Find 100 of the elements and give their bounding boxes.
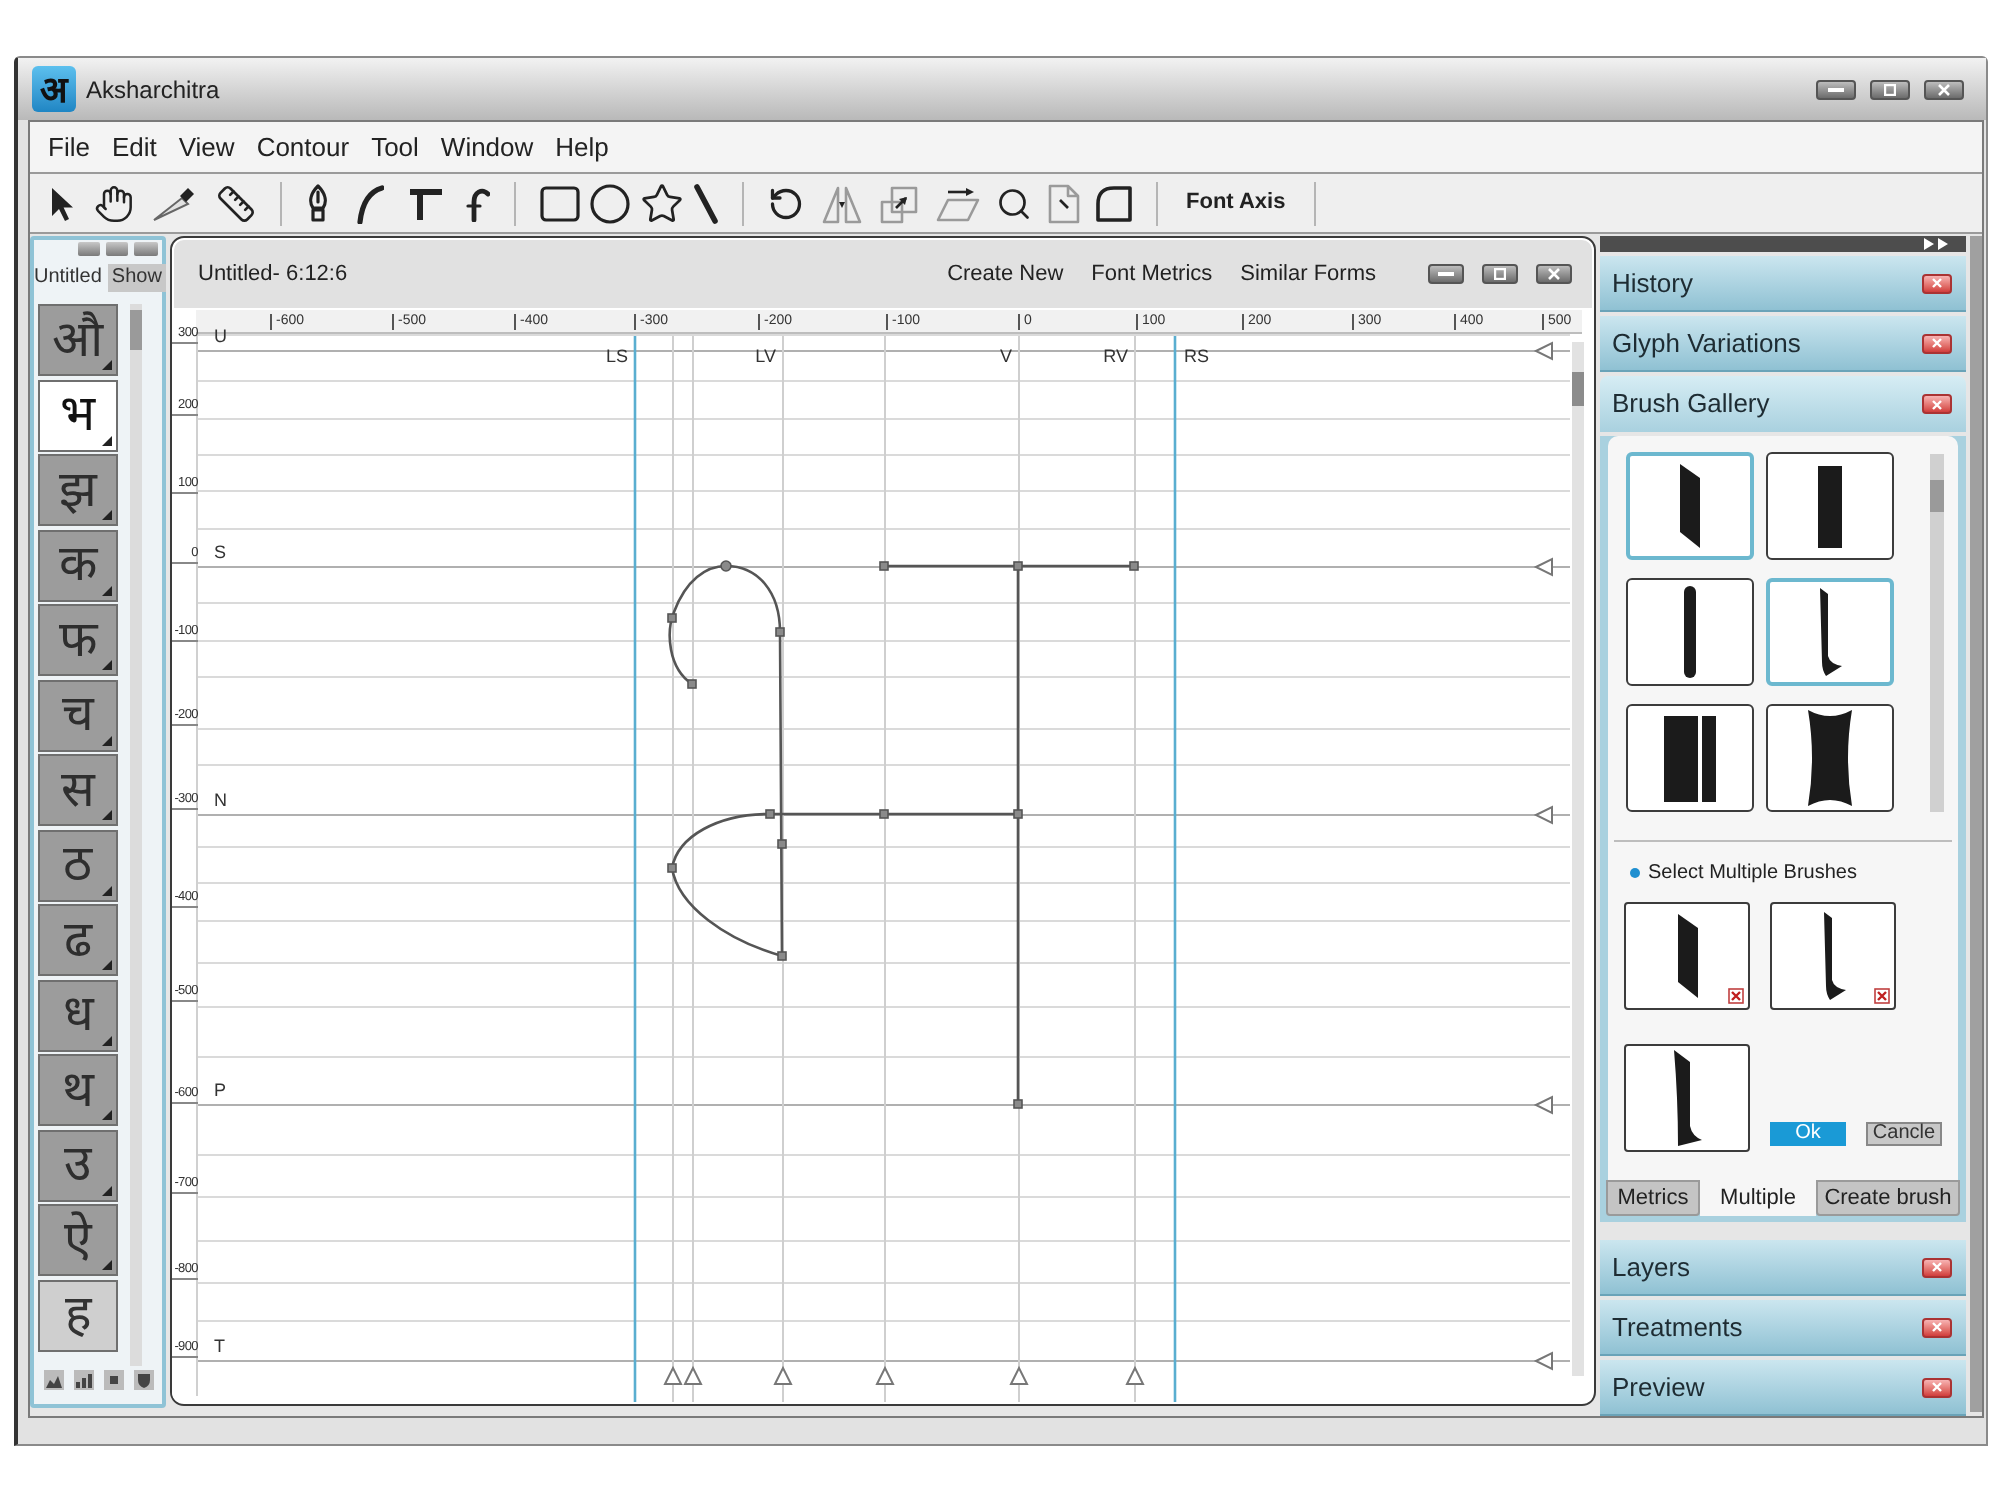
stem-guide[interactable] (672, 335, 674, 1402)
pointer-icon[interactable] (50, 185, 74, 221)
metric-line[interactable] (197, 814, 1571, 816)
ruler-icon[interactable] (216, 183, 256, 223)
close-button[interactable] (1924, 79, 1964, 99)
line-icon[interactable] (694, 183, 718, 223)
rectangle-icon[interactable] (540, 185, 580, 221)
menu-item[interactable]: Contour (256, 134, 350, 160)
triangle-marker-icon[interactable] (1533, 341, 1553, 361)
header-action[interactable]: Similar Forms (1240, 257, 1376, 291)
shield-icon[interactable] (134, 1370, 154, 1390)
glyph-tile[interactable]: ढ (38, 904, 118, 976)
show-button[interactable]: Show (107, 264, 166, 292)
glyph-tile[interactable]: क (38, 529, 118, 601)
glyph-tile[interactable]: ध (38, 979, 118, 1051)
double-triangle-icon[interactable] (1924, 238, 1948, 250)
zoom-icon[interactable] (996, 185, 1032, 221)
triangle-marker-icon[interactable] (1125, 1365, 1145, 1385)
panel-header[interactable]: Brush Gallery (1600, 376, 1966, 432)
remove-icon[interactable] (1728, 988, 1744, 1004)
menu-item[interactable]: View (178, 134, 235, 160)
skew-icon[interactable] (936, 185, 980, 221)
stem-guide[interactable] (782, 335, 784, 1402)
menu-item[interactable]: File (48, 134, 90, 160)
triangle-marker-icon[interactable] (1533, 1095, 1553, 1115)
brush-tile[interactable] (1766, 704, 1894, 812)
panel-header[interactable]: Treatments (1600, 1300, 1966, 1356)
glyph-tile[interactable]: ऐ (38, 1204, 118, 1276)
star-icon[interactable] (640, 181, 684, 225)
glyph-tile[interactable]: स (38, 754, 118, 826)
glyph-tile[interactable]: थ (38, 1054, 118, 1126)
hook-icon[interactable] (466, 185, 490, 221)
brush-tile[interactable] (1626, 578, 1754, 686)
panel-header[interactable]: Layers (1600, 1240, 1966, 1296)
close-button[interactable] (1922, 1257, 1952, 1277)
brush-tile[interactable] (1766, 452, 1894, 560)
triangle-marker-icon[interactable] (1533, 805, 1553, 825)
hand-icon[interactable] (94, 183, 134, 223)
scrollbar-thumb[interactable] (130, 310, 142, 350)
chosen-brush-tile[interactable] (1624, 1044, 1750, 1152)
scrollbar[interactable] (130, 304, 142, 1366)
menu-item[interactable]: Edit (111, 134, 157, 160)
close-button[interactable] (1536, 264, 1572, 284)
curve-icon[interactable] (356, 183, 384, 223)
header-action[interactable]: Create New (947, 257, 1064, 291)
scrollbar[interactable] (1930, 454, 1944, 812)
font-axis-button[interactable]: Font Axis (1182, 186, 1290, 220)
menu-item[interactable]: Window (440, 134, 534, 160)
tab[interactable]: Create brush (1816, 1180, 1960, 1216)
scale-icon[interactable] (880, 183, 920, 223)
metric-line[interactable] (197, 350, 1571, 352)
triangle-marker-icon[interactable] (1533, 1351, 1553, 1371)
stem-guide[interactable] (1018, 335, 1020, 1402)
glyph-tile[interactable]: झ (38, 454, 118, 526)
tab[interactable]: Multiple (1700, 1180, 1816, 1216)
close-button[interactable] (1922, 273, 1952, 293)
brush-tile[interactable] (1626, 704, 1754, 812)
bar-chart-icon[interactable] (74, 1370, 94, 1390)
close-button[interactable] (1922, 1377, 1952, 1397)
panel-header[interactable]: History (1600, 256, 1966, 312)
glyph-tile[interactable]: फ (38, 604, 118, 676)
remove-icon[interactable] (1874, 988, 1890, 1004)
triangle-marker-icon[interactable] (683, 1365, 703, 1385)
brush-tile[interactable] (1626, 452, 1754, 560)
scrollbar-thumb[interactable] (1930, 480, 1944, 512)
glyph-tile[interactable]: औ (38, 304, 118, 376)
brush-tile[interactable] (1766, 578, 1894, 686)
rotate-icon[interactable] (768, 185, 804, 221)
close-button[interactable] (1922, 1317, 1952, 1337)
chosen-brush-tile[interactable] (1624, 902, 1750, 1010)
header-action[interactable]: Font Metrics (1091, 257, 1213, 291)
glyph-tile[interactable]: उ (38, 1129, 118, 1201)
triangle-marker-icon[interactable] (1009, 1365, 1029, 1385)
circle-icon[interactable] (590, 183, 630, 223)
glyph-tile[interactable]: ठ (38, 829, 118, 901)
triangle-marker-icon[interactable] (773, 1365, 793, 1385)
square-icon[interactable] (104, 1370, 124, 1390)
triangle-marker-icon[interactable] (663, 1365, 683, 1385)
cancel-button[interactable]: Cancle (1866, 1122, 1942, 1146)
tab[interactable]: Metrics (1606, 1180, 1700, 1216)
knife-icon[interactable] (152, 185, 196, 221)
tee-icon[interactable] (408, 185, 444, 221)
chosen-brush-tile[interactable] (1770, 902, 1896, 1010)
area-chart-icon[interactable] (44, 1370, 64, 1390)
maximize-button[interactable] (1870, 79, 1910, 99)
menu-item[interactable]: Help (555, 134, 609, 160)
scrollbar-thumb[interactable] (1572, 372, 1584, 406)
minimize-button[interactable] (1428, 264, 1464, 284)
menu-item[interactable]: Tool (371, 134, 419, 160)
panel-header[interactable]: Preview (1600, 1360, 1966, 1416)
close-button[interactable] (1922, 333, 1952, 353)
pen-nib-icon[interactable] (306, 183, 330, 223)
glyph-tile[interactable]: ह (38, 1279, 118, 1351)
close-button[interactable] (1922, 394, 1952, 414)
maximize-button[interactable] (1482, 264, 1518, 284)
triangle-marker-icon[interactable] (875, 1365, 895, 1385)
control-point-icon[interactable] (720, 560, 732, 572)
page-icon[interactable] (1048, 183, 1080, 223)
glyph-tile[interactable]: भ (38, 379, 118, 451)
metric-line[interactable] (197, 566, 1571, 568)
